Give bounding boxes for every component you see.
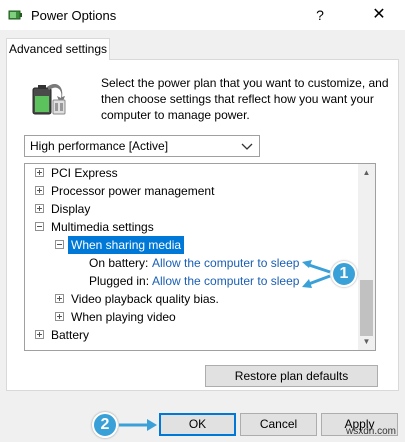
annotation-badge-1: 1 (331, 261, 357, 287)
intro-text: Select the power plan that you want to c… (101, 76, 389, 122)
annotation-badge-2: 2 (92, 412, 118, 438)
power-options-icon (8, 10, 22, 20)
help-icon: ? (316, 7, 324, 23)
expand-plus-icon[interactable] (35, 168, 44, 177)
tree-item-label: Processor power management (51, 184, 215, 198)
on-battery-value-link[interactable]: Allow the computer to sleep (152, 254, 299, 272)
help-button[interactable]: ? (297, 0, 343, 30)
collapse-minus-icon[interactable] (55, 240, 64, 249)
battery-plan-icon (32, 83, 66, 115)
settings-tree[interactable]: PCI Express Processor power management D… (24, 163, 376, 351)
tree-item-label: Battery (51, 328, 90, 342)
expand-plus-icon[interactable] (35, 330, 44, 339)
tree-item-label: Display (51, 202, 91, 216)
expand-plus-icon[interactable] (55, 294, 64, 303)
setting-on-battery[interactable]: On battery: Allow the computer to sleep (89, 254, 299, 272)
restore-plan-defaults-button[interactable]: Restore plan defaults (205, 365, 378, 387)
tree-item-label: Multimedia settings (51, 220, 154, 234)
expand-plus-icon[interactable] (35, 204, 44, 213)
title-bar: Power Options ? ✕ (0, 0, 405, 30)
close-icon: ✕ (372, 6, 386, 23)
tree-item-label: Video playback quality bias. (71, 292, 219, 306)
plugged-in-value-link[interactable]: Allow the computer to sleep (152, 272, 299, 290)
expand-plus-icon[interactable] (55, 312, 64, 321)
chevron-down-icon (241, 143, 253, 150)
setting-plugged-in[interactable]: Plugged in: Allow the computer to sleep (89, 272, 299, 290)
tree-item-label-selected: When sharing media (68, 236, 185, 254)
watermark-text: wsxdn.com (346, 426, 397, 437)
setting-label: Plugged in: (89, 274, 150, 288)
ok-button[interactable]: OK (159, 413, 236, 436)
setting-label: On battery: (89, 256, 149, 270)
close-button[interactable]: ✕ (356, 0, 402, 30)
cancel-button[interactable]: Cancel (240, 413, 317, 436)
power-plan-value: High performance [Active] (30, 139, 169, 153)
tree-item-label: When playing video (71, 310, 176, 324)
tree-item-label: PCI Express (51, 166, 118, 180)
tab-advanced-settings[interactable]: Advanced settings (6, 38, 110, 60)
tree-scrollbar[interactable]: ▲ ▼ (358, 164, 375, 350)
scroll-up-arrow-icon[interactable]: ▲ (358, 164, 375, 181)
window-title: Power Options (31, 8, 117, 23)
scroll-down-arrow-icon[interactable]: ▼ (358, 333, 375, 350)
collapse-minus-icon[interactable] (35, 222, 44, 231)
power-plan-select[interactable]: High performance [Active] (24, 135, 260, 157)
expand-plus-icon[interactable] (35, 186, 44, 195)
annotation-arrow-2 (119, 419, 157, 431)
